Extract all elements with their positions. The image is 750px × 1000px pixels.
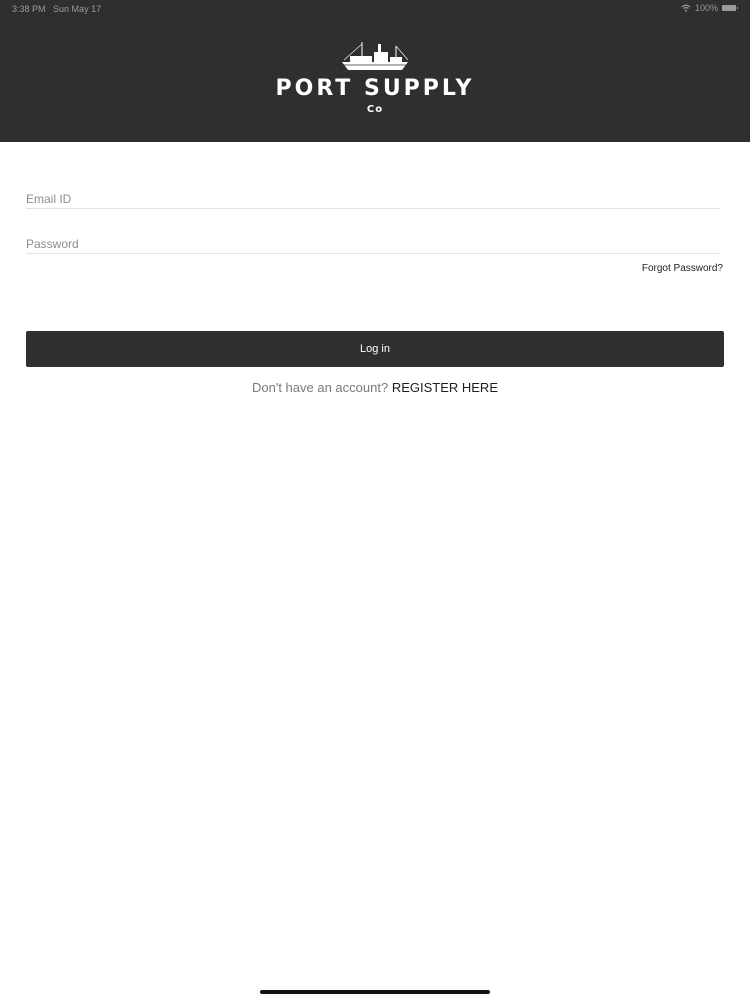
brand-name: PORT SUPPLY (275, 76, 475, 101)
battery-icon (722, 5, 738, 11)
home-indicator[interactable] (260, 990, 490, 994)
ship-icon (342, 42, 409, 70)
password-label: Password (26, 237, 79, 251)
status-bar: 3:38 PM Sun May 17 100% (0, 0, 750, 18)
status-indicators: 100% (681, 3, 738, 13)
status-date: Sun May 17 (53, 4, 102, 14)
login-button-label: Log in (360, 343, 390, 355)
brand-suffix: Co (366, 104, 384, 115)
register-row: Don't have an account? REGISTER HERE (0, 380, 750, 395)
email-field[interactable]: Email ID (26, 190, 720, 209)
register-prompt: Don't have an account? (251, 380, 389, 395)
brand-logo: PORT SUPPLY Co (0, 40, 750, 115)
status-time-date: 3:38 PM Sun May 17 (12, 4, 101, 14)
password-field[interactable]: Password (26, 235, 720, 254)
forgot-password-link[interactable]: Forgot Password? (642, 263, 723, 274)
battery-percent: 100% (694, 3, 718, 13)
app-header: 3:38 PM Sun May 17 100% PORT SUPPLY Co (0, 0, 750, 142)
status-time: 3:38 PM (12, 4, 46, 14)
email-label: Email ID (26, 192, 72, 206)
wifi-icon (681, 4, 691, 12)
register-link[interactable]: REGISTER HERE (392, 380, 498, 395)
login-button[interactable]: Log in (26, 331, 724, 367)
login-screen: 3:38 PM Sun May 17 100% PORT SUPPLY Co E… (0, 0, 750, 1000)
